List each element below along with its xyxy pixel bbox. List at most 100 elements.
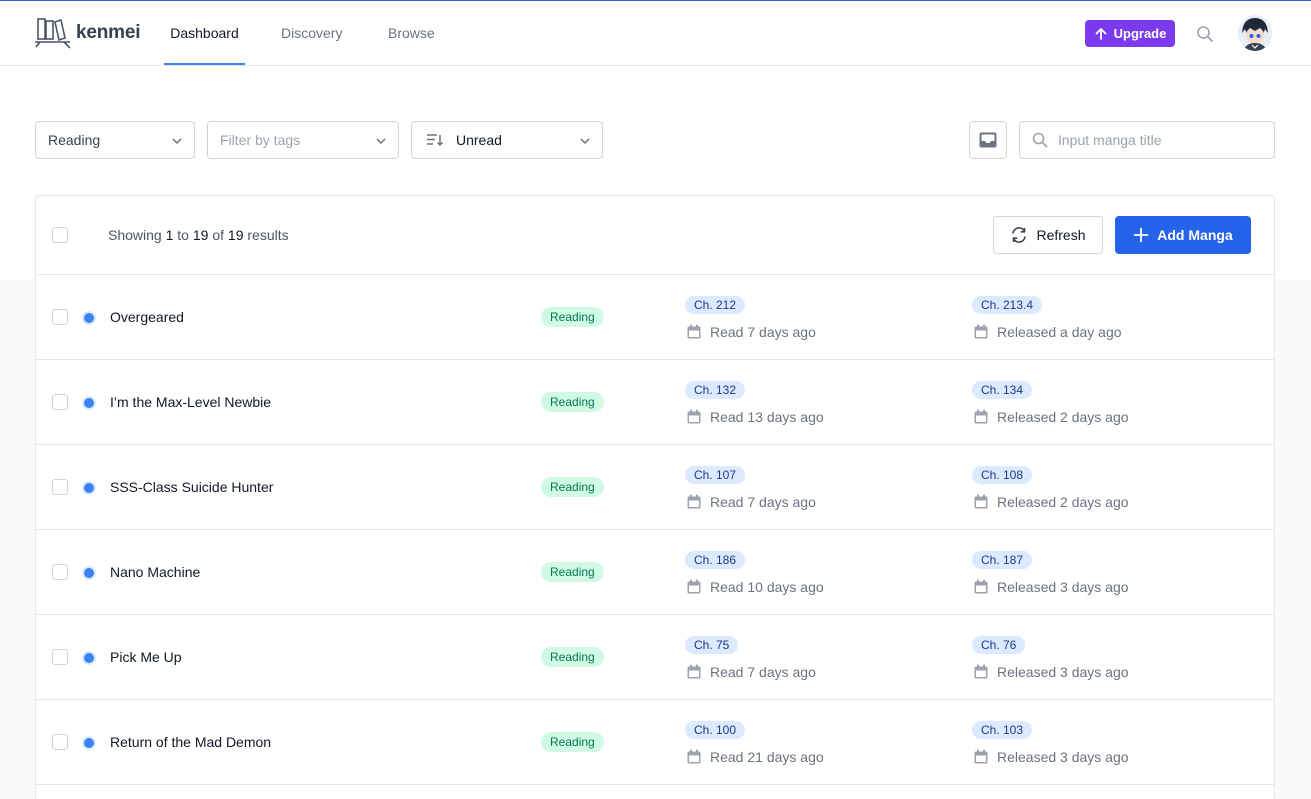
nav-browse[interactable]: Browse	[388, 1, 435, 65]
latest-release-time-text: Released 2 days ago	[997, 494, 1129, 510]
row-checkbox[interactable]	[52, 479, 68, 495]
refresh-icon	[1012, 227, 1027, 243]
top-navbar: kenmei Dashboard Discovery Browse Upgrad…	[0, 1, 1311, 66]
inbox-icon	[979, 132, 997, 148]
logo-text: kenmei	[76, 22, 141, 43]
latest-release-time: Released a day ago	[973, 324, 1122, 340]
manga-row[interactable]: SSS-Class Suicide Hunter Reading Ch. 107 Re…	[36, 445, 1274, 530]
calendar-icon	[974, 324, 988, 339]
sort-value: Unread	[456, 132, 502, 148]
last-read-time-text: Read 13 days ago	[710, 409, 824, 425]
header-search-button[interactable]	[1196, 25, 1214, 48]
search-icon	[1197, 26, 1213, 42]
results-to-word: to	[177, 227, 189, 243]
nav-dashboard[interactable]: Dashboard	[164, 1, 245, 65]
row-checkbox[interactable]	[52, 564, 68, 580]
status-badge: Reading	[541, 392, 604, 412]
latest-release-time-text: Released a day ago	[997, 324, 1122, 340]
user-avatar[interactable]	[1238, 15, 1272, 51]
results-total: 19	[227, 227, 244, 243]
calendar-icon	[687, 579, 701, 594]
list-toolbar: Showing 1 to 19 of 19 results Refresh Ad…	[36, 196, 1274, 275]
manga-title[interactable]: Return of the Mad Demon	[110, 734, 271, 750]
last-read-chapter[interactable]: Ch. 212	[685, 296, 746, 314]
upgrade-label: Upgrade	[1113, 26, 1167, 41]
last-read-time-text: Read 7 days ago	[710, 494, 816, 510]
last-read-chapter[interactable]: Ch. 132	[685, 381, 746, 399]
row-checkbox[interactable]	[52, 649, 68, 665]
results-from: 1	[165, 227, 174, 243]
search-icon	[1032, 132, 1048, 148]
row-checkbox[interactable]	[52, 309, 68, 325]
upgrade-button[interactable]: Upgrade	[1085, 20, 1175, 47]
manga-row[interactable]: I’m the Max-Level Newbie Reading Ch. 132 Re…	[36, 360, 1274, 445]
results-of-word: of	[212, 227, 225, 243]
refresh-label: Refresh	[1036, 227, 1086, 243]
unread-dot	[84, 738, 94, 748]
last-read-chapter[interactable]: Ch. 100	[685, 721, 746, 739]
logo[interactable]: kenmei	[34, 16, 140, 50]
results-to: 19	[192, 227, 209, 243]
calendar-icon	[687, 409, 701, 424]
avatar-image	[1238, 15, 1272, 51]
manga-row[interactable]: Pick Me Up Reading Ch. 75 Read 7 days ago Ch…	[36, 615, 1274, 700]
add-manga-label: Add Manga	[1157, 227, 1233, 243]
tags-filter-select[interactable]: Filter by tags	[207, 121, 399, 159]
manga-title[interactable]: SSS-Class Suicide Hunter	[110, 479, 273, 495]
manga-title[interactable]: Pick Me Up	[110, 649, 182, 665]
last-read-time: Read 7 days ago	[686, 324, 816, 340]
latest-chapter[interactable]: Ch. 76	[972, 636, 1026, 654]
status-badge: Reading	[541, 562, 604, 582]
calendar-icon	[974, 664, 988, 679]
status-badge: Reading	[541, 307, 604, 327]
manga-search-input[interactable]	[1058, 132, 1258, 148]
latest-chapter[interactable]: Ch. 213.4	[972, 296, 1043, 314]
row-checkbox[interactable]	[52, 394, 68, 410]
calendar-icon	[974, 409, 988, 424]
last-read-chapter[interactable]: Ch. 107	[685, 466, 746, 484]
last-read-time: Read 7 days ago	[686, 664, 816, 680]
latest-chapter[interactable]: Ch. 134	[972, 381, 1033, 399]
latest-chapter[interactable]: Ch. 108	[972, 466, 1033, 484]
latest-release-time: Released 3 days ago	[973, 579, 1129, 595]
tags-filter-placeholder: Filter by tags	[220, 132, 301, 148]
last-read-time: Read 21 days ago	[686, 749, 824, 765]
calendar-icon	[687, 324, 701, 339]
unread-dot	[84, 398, 94, 408]
last-read-time-text: Read 7 days ago	[710, 664, 816, 680]
unread-dot	[84, 483, 94, 493]
sort-select[interactable]: Unread	[411, 121, 603, 159]
add-manga-button[interactable]: Add Manga	[1115, 216, 1251, 254]
latest-release-time-text: Released 3 days ago	[997, 749, 1129, 765]
chevron-down-icon	[172, 138, 182, 145]
manga-search-field[interactable]	[1019, 121, 1275, 159]
row-checkbox[interactable]	[52, 734, 68, 750]
status-badge: Reading	[541, 477, 604, 497]
latest-release-time-text: Released 3 days ago	[997, 664, 1129, 680]
results-suffix: results	[247, 227, 289, 243]
plus-icon	[1133, 227, 1149, 243]
status-filter-value: Reading	[48, 132, 101, 148]
latest-release-time-text: Released 3 days ago	[997, 579, 1129, 595]
refresh-button[interactable]: Refresh	[993, 216, 1103, 254]
nav-discovery[interactable]: Discovery	[281, 1, 342, 65]
inbox-button[interactable]	[969, 121, 1007, 159]
calendar-icon	[687, 494, 701, 509]
last-read-chapter[interactable]: Ch. 186	[685, 551, 746, 569]
manga-row[interactable]: Return of the Mad Demon Reading Ch. 100 Rea…	[36, 700, 1274, 785]
calendar-icon	[974, 749, 988, 764]
manga-title[interactable]: I’m the Max-Level Newbie	[110, 394, 271, 410]
chevron-down-icon	[376, 138, 386, 145]
unread-dot	[84, 568, 94, 578]
calendar-icon	[687, 749, 701, 764]
latest-chapter[interactable]: Ch. 187	[972, 551, 1033, 569]
latest-chapter[interactable]: Ch. 103	[972, 721, 1033, 739]
manga-row[interactable]: Nano Machine Reading Ch. 186 Read 10 days a…	[36, 530, 1274, 615]
status-filter-select[interactable]: Reading	[35, 121, 195, 159]
last-read-chapter[interactable]: Ch. 75	[685, 636, 739, 654]
manga-row[interactable]: Overgeared Reading Ch. 212 Read 7 days ago C…	[36, 275, 1274, 360]
manga-title[interactable]: Overgeared	[110, 309, 184, 325]
select-all-checkbox[interactable]	[52, 227, 68, 243]
manga-title[interactable]: Nano Machine	[110, 564, 200, 580]
latest-release-time: Released 2 days ago	[973, 409, 1129, 425]
